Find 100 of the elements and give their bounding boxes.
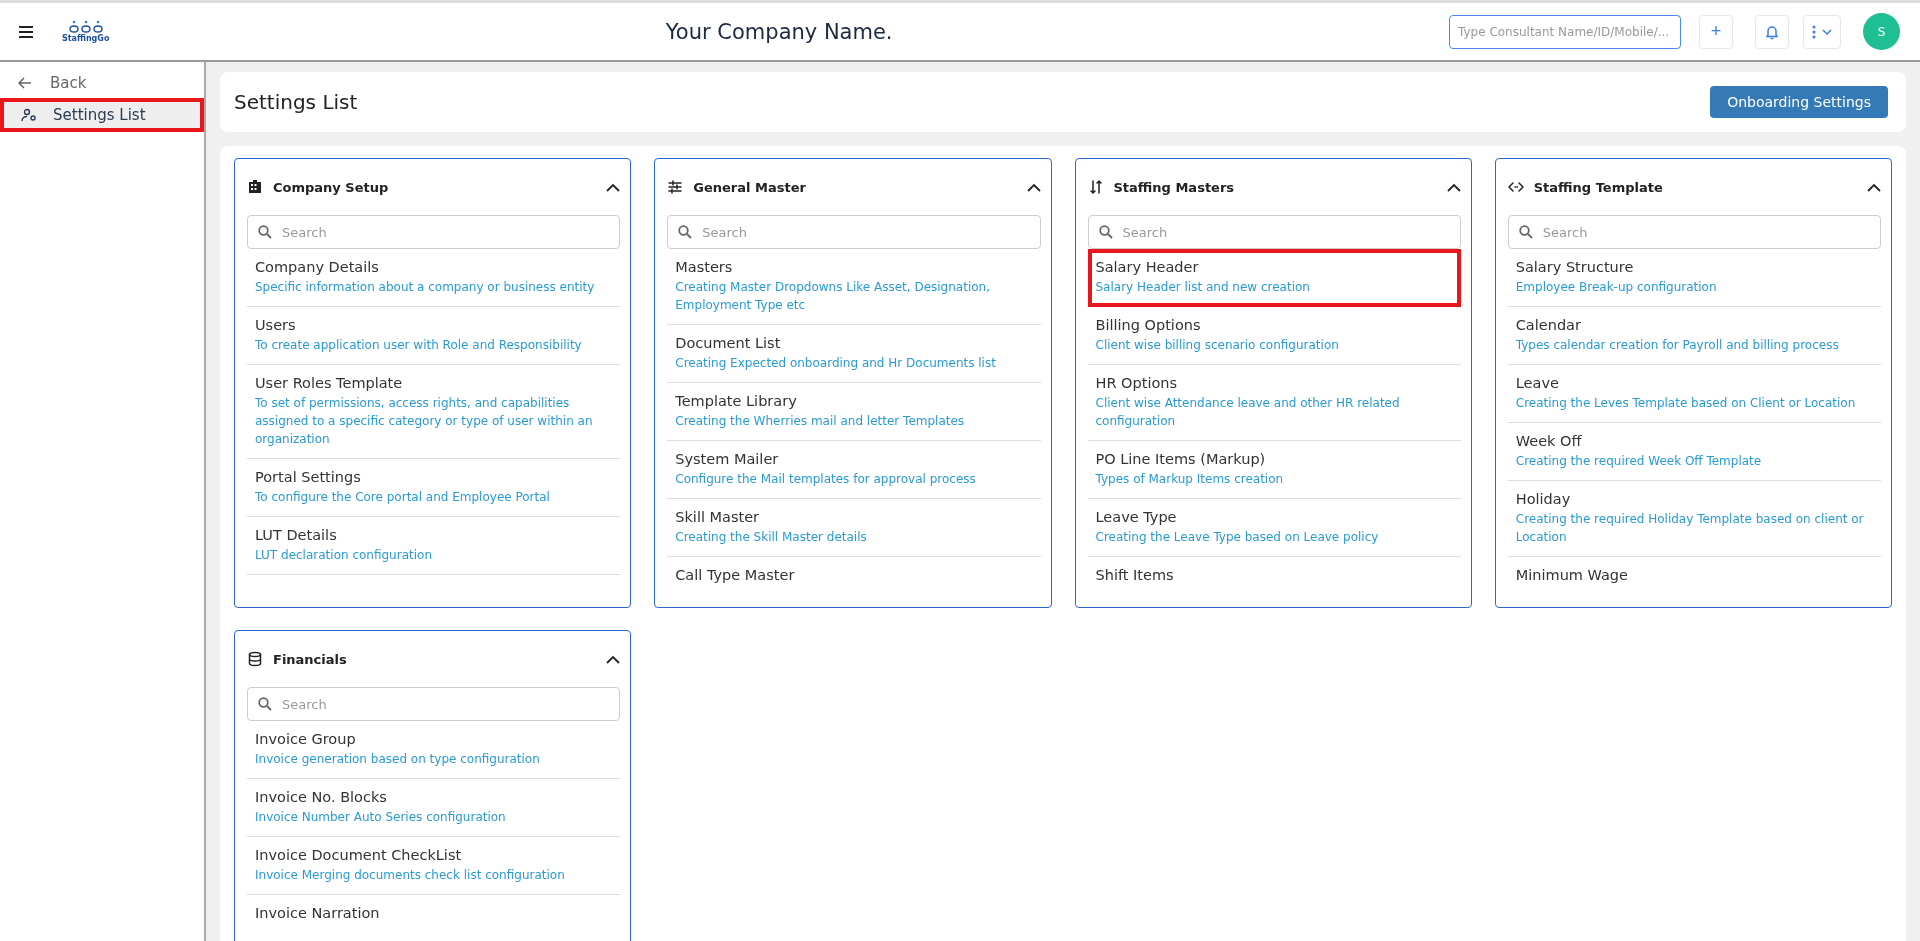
item-description: Types of Markup Items creation (1095, 471, 1285, 488)
logo-icon (67, 20, 104, 34)
list-entry[interactable]: Call Type Master (667, 557, 1041, 593)
list-entry[interactable]: Week Off Creating the required Week Off Template (1507, 423, 1881, 481)
menu-icon[interactable] (18, 24, 34, 39)
search-icon (258, 225, 272, 239)
card-title: Staffing Template (1533, 179, 1664, 195)
list-entry[interactable]: Invoice Document CheckList Invoice Merging documents check list configuration (247, 837, 621, 895)
search-icon (678, 225, 693, 239)
list-entry[interactable]: Invoice Group Invoice generation based on type configuration (247, 721, 621, 779)
onboarding-settings-button[interactable]: Onboarding Settings (1710, 86, 1888, 118)
item-description: Invoice Number Auto Series configuration (255, 809, 507, 826)
list-entry[interactable]: Document List Creating Expected onboarding and Hr Documents list (667, 325, 1041, 383)
list-entry[interactable]: Users To create application user with Role and Responsibility (247, 307, 621, 365)
item-description: Creating the Leave Type based on Leave policy (1095, 529, 1380, 546)
item-description: Types calendar creation for Payroll and billing process (1515, 337, 1840, 354)
list-entry[interactable]: PO Line Items (Markup) Types of Markup Items creation (1087, 441, 1461, 499)
notification-button[interactable] (1755, 14, 1789, 49)
item-description: Invoice Merging documents check list configuration (255, 867, 566, 884)
code-brackets-icon (1507, 179, 1524, 195)
item-title: Shift Items (1095, 567, 1175, 583)
back-arrow-icon (18, 77, 32, 89)
add-button[interactable]: + (1699, 14, 1733, 49)
list-entry[interactable]: Holiday Creating the required Holiday Template based on client or Location (1507, 481, 1881, 557)
item-description: Creating Expected onboarding and Hr Documents list (675, 355, 997, 372)
item-title: HR Options (1095, 375, 1179, 391)
item-description: Employee Break-up configuration (1515, 279, 1718, 296)
item-title: Week Off (1515, 433, 1583, 449)
item-description: Creating Master Dropdowns Like Asset, Designation, Employment Type etc (675, 279, 991, 314)
list-entry[interactable]: System Mailer Configure the Mail templates for approval process (667, 441, 1041, 499)
item-description: Creating the Leves Template based on Client or Location (1515, 395, 1857, 412)
item-title: PO Line Items (Markup) (1095, 451, 1267, 467)
item-title: Masters (675, 259, 734, 275)
item-description: Client wise billing scenario configuration (1095, 337, 1340, 354)
item-title: Salary Structure (1515, 259, 1635, 275)
list-entry[interactable]: Minimum Wage (1507, 557, 1881, 593)
card-title: Company Setup (273, 179, 390, 195)
search-icon (1518, 225, 1533, 239)
sidebar-item[interactable]: Settings List (0, 98, 204, 132)
collapse-button[interactable] (1867, 182, 1881, 192)
item-title: LUT Details (255, 527, 338, 543)
item-title: Template Library (675, 393, 798, 409)
list-entry[interactable]: Salary Header Salary Header list and new creation (1087, 249, 1461, 307)
item-description: Creating the Wherries mail and letter Templates (675, 413, 966, 430)
item-description: Creating the Skill Master details (675, 529, 868, 546)
list-entry[interactable]: Salary Structure Employee Break-up configuration (1507, 249, 1881, 307)
building-icon (247, 179, 263, 195)
kebab-icon (1812, 24, 1816, 39)
card-title: Staffing Masters (1113, 179, 1236, 195)
list-entry[interactable]: Leave Creating the Leves Template based on Client or Location (1507, 365, 1881, 423)
logo-text: StaffingGo (62, 34, 110, 43)
caret-icon (1822, 28, 1832, 35)
search-field[interactable]: Search (667, 215, 1041, 249)
search-icon (258, 697, 272, 711)
list-entry[interactable]: Invoice No. Blocks Invoice Number Auto Series configuration (247, 779, 621, 837)
search-field[interactable]: Search (1507, 215, 1881, 249)
item-title: Salary Header (1095, 259, 1200, 275)
user-gear-icon (21, 108, 37, 122)
search-field[interactable]: Search (1087, 215, 1461, 249)
card-title: General Master (693, 179, 807, 195)
collapse-button[interactable] (1026, 182, 1041, 192)
list-entry[interactable]: Invoice Narration (247, 895, 621, 931)
item-title: Call Type Master (675, 567, 796, 583)
list-entry[interactable]: Leave Type Creating the Leave Type based on Leave policy (1087, 499, 1461, 557)
item-title: Invoice Group (255, 731, 357, 747)
item-description: LUT declaration configuration (255, 547, 433, 564)
database-icon (247, 651, 263, 667)
item-title: Minimum Wage (1515, 567, 1629, 583)
search-field[interactable]: Search (247, 215, 621, 249)
item-title: Document List (675, 335, 782, 351)
search-field[interactable]: Search (247, 687, 621, 721)
list-entry[interactable]: Masters Creating Master Dropdowns Like Asset, Designation, Employment Type etc (667, 249, 1041, 325)
list-entry[interactable]: Shift Items (1087, 557, 1461, 593)
item-title: Users (255, 317, 297, 333)
company-name: Your Company Name. (664, 19, 894, 44)
item-description: Creating the required Holiday Template based on client or Location (1515, 511, 1865, 546)
consultant-search-field[interactable]: Type Consultant Name/ID/Mobile/... (1449, 14, 1681, 49)
collapse-button[interactable] (1446, 182, 1461, 192)
back-link[interactable]: Back (0, 68, 105, 98)
list-entry[interactable]: User Roles Template To set of permissions, access rights, and capabilities assigned to a specific category or type of user within an organization (247, 365, 621, 459)
item-title: Invoice No. Blocks (255, 789, 388, 805)
item-description: Creating the required Week Off Template (1515, 453, 1763, 470)
item-description: Invoice generation based on type configuration (255, 751, 541, 768)
collapse-button[interactable] (606, 654, 621, 664)
list-entry[interactable]: Billing Options Client wise billing scenario configuration (1087, 307, 1461, 365)
card-title: Financials (273, 651, 348, 667)
list-entry[interactable]: Company Details Specific information about a company or business entity (247, 249, 621, 307)
item-title: Portal Settings (255, 469, 362, 485)
item-description: To set of permissions, access rights, and capabilities assigned to a specific category or type of user within an organization (255, 395, 594, 448)
item-description: Specific information about a company or business entity (255, 279, 596, 296)
sliders-icon (667, 179, 684, 195)
list-entry[interactable]: Portal Settings To configure the Core portal and Employee Portal (247, 459, 621, 517)
list-entry[interactable]: Calendar Types calendar creation for Payroll and billing process (1507, 307, 1881, 365)
list-entry[interactable]: HR Options Client wise Attendance leave and other HR related configuration (1087, 365, 1461, 441)
collapse-button[interactable] (606, 182, 621, 192)
list-entry[interactable]: Template Library Creating the Wherries mail and letter Templates (667, 383, 1041, 441)
item-description: Configure the Mail templates for approval process (675, 471, 977, 488)
list-entry[interactable]: Skill Master Creating the Skill Master details (667, 499, 1041, 557)
list-entry[interactable]: LUT Details LUT declaration configuration (247, 517, 621, 575)
sort-arrows-icon (1087, 179, 1104, 195)
